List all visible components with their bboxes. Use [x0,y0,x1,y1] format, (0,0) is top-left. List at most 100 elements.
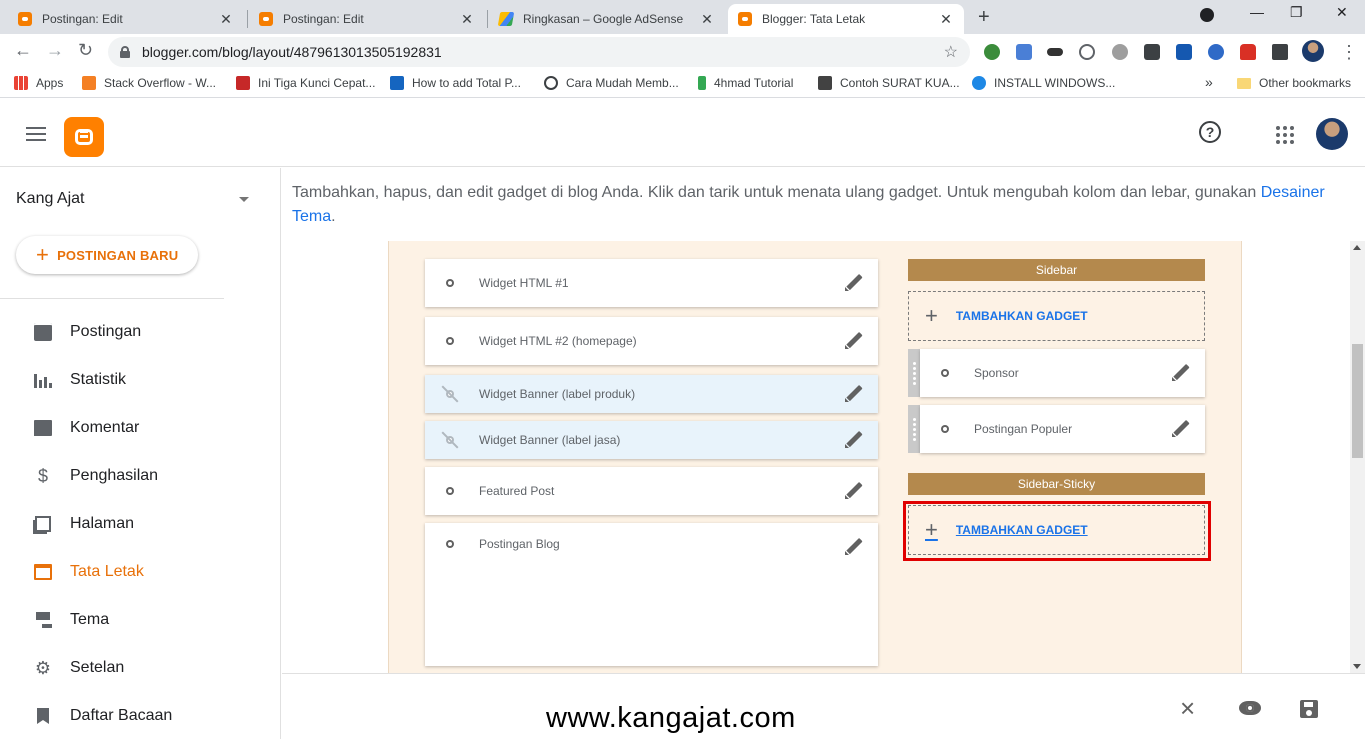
gadget-widget-banner-jasa[interactable]: Widget Banner (label jasa) [425,421,878,459]
gadget-featured-post[interactable]: Featured Post [425,467,878,515]
sidebar-item-statistik[interactable]: Statistik [32,368,126,392]
eye-icon[interactable] [934,366,956,380]
blog-name[interactable]: Kang Ajat [16,190,85,208]
sidebar-item-komentar[interactable]: Komentar [32,416,139,440]
close-tab-icon[interactable]: ✕ [938,11,954,28]
bookmark-star-icon[interactable]: ☆ [944,42,958,62]
browser-tab[interactable]: Ringkasan – Google AdSense ✕ [489,4,725,34]
drag-handle-icon[interactable] [908,405,920,453]
bookmark-item[interactable]: Stack Overflow - W... [82,76,216,90]
pinterest-icon[interactable] [1079,44,1095,60]
edit-pencil-icon[interactable] [1171,363,1191,383]
gadget-widget-banner-produk[interactable]: Widget Banner (label produk) [425,375,878,413]
bookmark-label: INSTALL WINDOWS... [994,76,1116,90]
close-tab-icon[interactable]: ✕ [459,11,475,28]
tab-search-icon[interactable] [1200,8,1214,22]
edit-pencil-icon[interactable] [844,481,864,501]
gadget-widget-html-2[interactable]: Widget HTML #2 (homepage) [425,317,878,365]
bookmark-label: 4hmad Tutorial [714,76,794,90]
new-tab-icon[interactable]: + [978,6,990,29]
edit-pencil-icon[interactable] [844,537,864,557]
eye-icon[interactable] [439,334,461,348]
eye-icon[interactable] [439,276,461,290]
gadget-widget-html-1[interactable]: Widget HTML #1 [425,259,878,307]
sidebar-item-tata-letak[interactable]: Tata Letak [32,560,144,584]
eye-icon[interactable] [439,537,461,551]
bookmark-item[interactable]: Contoh SURAT KUA... [818,76,960,90]
nav-label: Tata Letak [70,563,144,580]
bookmark-apps[interactable]: Apps [14,76,63,90]
sidebar-item-daftar-bacaan[interactable]: Daftar Bacaan [32,704,172,728]
gadget-sponsor[interactable]: Sponsor [908,349,1205,397]
preview-eye-icon[interactable] [1239,701,1261,723]
puzzle-icon[interactable] [1272,44,1288,60]
eye-off-icon[interactable] [439,387,461,401]
browser-tab-active[interactable]: Blogger: Tata Letak ✕ [728,4,964,34]
sidebar-item-halaman[interactable]: Halaman [32,512,134,536]
lock-extension-icon[interactable] [1240,44,1256,60]
eye-icon[interactable] [934,422,956,436]
close-tab-icon[interactable]: ✕ [699,11,715,28]
save-icon[interactable] [1300,698,1322,720]
reload-icon[interactable]: ↻ [78,40,93,61]
browser-tab[interactable]: Postingan: Edit ✕ [8,4,244,34]
tab-title: Postingan: Edit [42,12,123,26]
edit-pencil-icon[interactable] [844,384,864,404]
restore-icon[interactable]: ❐ [1290,4,1303,21]
eye-off-icon[interactable] [439,433,461,447]
edit-pencil-icon[interactable] [844,331,864,351]
browser-menu-icon[interactable]: ⋮ [1340,42,1358,63]
minimize-icon[interactable]: — [1250,4,1264,20]
edit-pencil-icon[interactable] [1171,419,1191,439]
incognito-extension-icon[interactable] [1047,48,1063,56]
sidebar-item-setelan[interactable]: ⚙ Setelan [32,656,124,680]
analytics-extension-icon[interactable] [1176,44,1192,60]
bookmark-item[interactable]: 4hmad Tutorial [698,76,793,90]
gadget-postingan-blog[interactable]: Postingan Blog [425,523,878,666]
edit-pencil-icon[interactable] [844,430,864,450]
add-gadget-sidebar-button[interactable]: + TAMBAHKAN GADGET [908,291,1205,341]
browser-tab[interactable]: Postingan: Edit ✕ [249,4,485,34]
sidebar-item-tema[interactable]: Tema [32,608,109,632]
gadget-postingan-populer[interactable]: Postingan Populer [908,405,1205,453]
scroll-down-icon[interactable] [1353,664,1361,669]
back-icon[interactable]: ← [14,40,32,61]
translate-icon[interactable] [1016,44,1032,60]
sidebar-item-penghasilan[interactable]: $ Penghasilan [32,464,158,488]
bookmark-item[interactable]: How to add Total P... [390,76,521,90]
eye-icon[interactable] [439,484,461,498]
other-bookmarks[interactable]: Other bookmarks [1237,76,1351,90]
close-icon[interactable]: × [1180,695,1202,721]
bookmark-item[interactable]: Ini Tiga Kunci Cepat... [236,76,375,90]
divider [0,298,224,299]
bookmark-item[interactable]: Cara Mudah Memb... [544,76,679,90]
profile-avatar-icon[interactable] [1302,40,1324,62]
blogger-logo-icon[interactable] [64,117,104,157]
drag-handle-icon[interactable] [908,349,920,397]
counter-extension-icon[interactable] [1144,44,1160,60]
blog-selector-caret-icon[interactable] [239,197,249,202]
extension-icon[interactable] [984,44,1000,60]
close-window-icon[interactable]: ✕ [1336,4,1348,21]
bookmark-item[interactable]: INSTALL WINDOWS... [972,76,1115,90]
url-text: blogger.com/blog/layout/4879613013505192… [142,44,442,60]
nav-label: Daftar Bacaan [70,707,173,724]
address-bar[interactable]: blogger.com/blog/layout/4879613013505192… [108,37,970,67]
more-bookmarks-icon[interactable]: » [1205,74,1213,90]
menu-icon[interactable] [26,127,46,141]
page-scrollbar[interactable] [1350,241,1365,673]
forward-icon[interactable]: → [46,40,64,61]
gadget-title: Postingan Blog [479,537,560,551]
help-icon[interactable]: ? [1199,121,1221,143]
scroll-thumb[interactable] [1352,344,1363,458]
stats-icon [32,369,54,391]
new-post-button[interactable]: + POSTINGAN BARU [16,236,198,274]
sidebar-item-postingan[interactable]: Postingan [32,320,141,344]
close-tab-icon[interactable]: ✕ [218,11,234,28]
scroll-up-icon[interactable] [1353,245,1361,250]
edit-pencil-icon[interactable] [844,273,864,293]
google-apps-icon[interactable] [1276,126,1294,144]
account-avatar[interactable] [1316,118,1348,150]
gear-extension-icon[interactable] [1112,44,1128,60]
seo-extension-icon[interactable] [1208,44,1224,60]
